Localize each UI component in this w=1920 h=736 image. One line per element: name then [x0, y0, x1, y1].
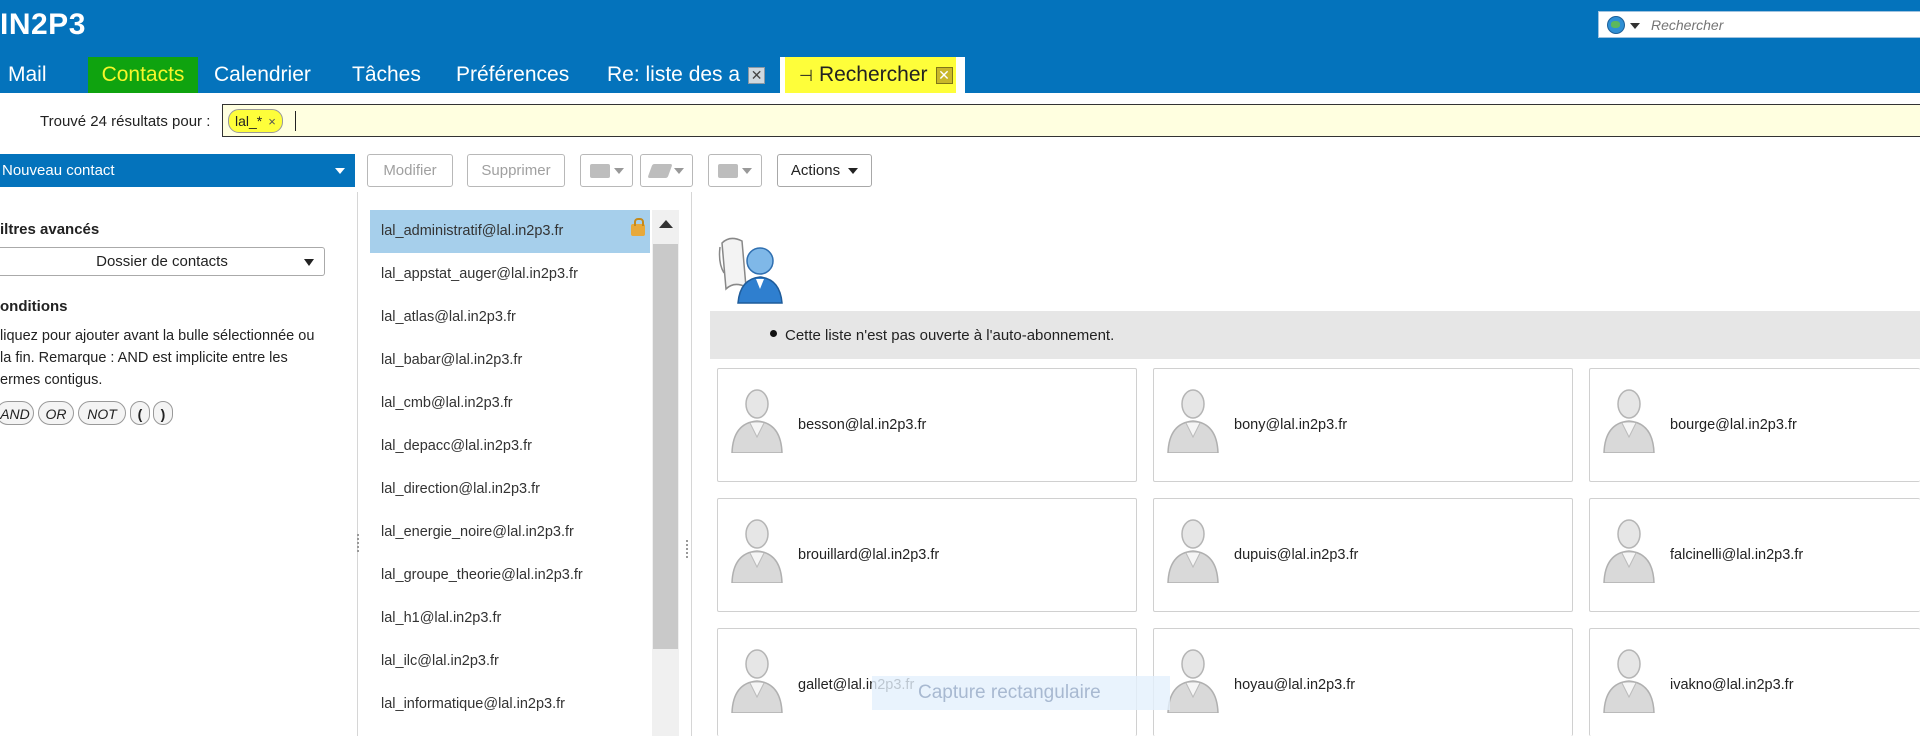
member-email: brouillard@lal.in2p3.fr	[798, 547, 940, 563]
operator-and[interactable]: AND	[0, 401, 34, 425]
mailing-list-panel: lal_administratif@lal.in2p3.fr lal_appst…	[370, 210, 652, 736]
member-card[interactable]: dupuis@lal.in2p3.fr	[1153, 498, 1573, 612]
search-query-field[interactable]: lal_* ×	[222, 104, 1920, 137]
print-button[interactable]	[708, 154, 762, 187]
global-search[interactable]	[1598, 11, 1920, 38]
conditions-help-text: liquez pour ajouter avant la bulle sélec…	[0, 328, 315, 388]
tab-contacts[interactable]: Contacts	[88, 57, 198, 93]
mailing-list-icon	[716, 233, 786, 305]
list-item[interactable]: lal_appstat_auger@lal.in2p3.fr	[370, 253, 650, 296]
app-header: IN2P3 Mail Contacts Calendrier Tâches Pr…	[0, 0, 1920, 93]
splitter-grip-icon[interactable]	[686, 540, 692, 558]
list-item[interactable]: lal_groupe_theorie@lal.in2p3.fr	[370, 554, 650, 597]
scrollbar-thumb[interactable]	[653, 244, 678, 649]
subscription-notice: Cette liste n'est pas ouverte à l'auto-a…	[710, 311, 1920, 359]
chevron-down-icon	[673, 168, 684, 175]
list-item[interactable]: lal_informatique@lal.in2p3.fr	[370, 683, 650, 726]
chevron-down-icon[interactable]	[304, 259, 314, 266]
person-avatar-icon	[1167, 519, 1219, 583]
chevron-down-icon	[848, 168, 859, 175]
tab-re-liste-label: Re: liste des a	[607, 63, 741, 86]
person-avatar-icon	[731, 649, 783, 713]
global-search-input[interactable]	[1649, 14, 1913, 36]
member-card[interactable]: bony@lal.in2p3.fr	[1153, 368, 1573, 482]
panel-splitter[interactable]	[691, 192, 692, 736]
member-email: besson@lal.in2p3.fr	[798, 417, 927, 433]
list-scrollbar[interactable]	[652, 210, 679, 736]
close-icon[interactable]: ✕	[935, 66, 953, 84]
actions-button[interactable]: Actions	[777, 154, 872, 187]
operator-not[interactable]: NOT	[78, 401, 126, 425]
query-bubble[interactable]: lal_* ×	[228, 109, 283, 133]
tab-taches[interactable]: Tâches	[352, 57, 421, 93]
member-card[interactable]: hoyau@lal.in2p3.fr	[1153, 628, 1573, 736]
text-cursor	[295, 111, 296, 131]
printer-icon	[718, 164, 738, 179]
person-avatar-icon	[1167, 389, 1219, 453]
tab-mail[interactable]: Mail	[8, 57, 47, 93]
tab-rechercher-label: Rechercher	[818, 63, 928, 86]
member-email: bourge@lal.in2p3.fr	[1670, 417, 1797, 433]
list-item[interactable]: lal_atlas@lal.in2p3.fr	[370, 296, 650, 339]
contact-folder-select[interactable]: Dossier de contacts	[0, 247, 325, 276]
subscription-notice-text: Cette liste n'est pas ouverte à l'auto-a…	[785, 327, 1115, 344]
member-card[interactable]: besson@lal.in2p3.fr	[717, 368, 1137, 482]
member-card[interactable]: bourge@lal.in2p3.fr	[1589, 368, 1920, 482]
chevron-down-icon[interactable]	[335, 168, 345, 174]
chevron-up-icon[interactable]	[659, 220, 673, 228]
tab-re-liste[interactable]: Re: liste des a ✕	[607, 57, 766, 93]
member-email: ivakno@lal.in2p3.fr	[1670, 677, 1794, 693]
operator-or[interactable]: OR	[38, 401, 74, 425]
modify-button[interactable]: Modifier	[367, 154, 453, 187]
list-item[interactable]: lal_cmb@lal.in2p3.fr	[370, 382, 650, 425]
member-email: hoyau@lal.in2p3.fr	[1234, 677, 1356, 693]
list-item[interactable]: lal_administratif@lal.in2p3.fr	[370, 210, 650, 253]
app-logo[interactable]: IN2P3	[0, 8, 86, 42]
tab-rechercher[interactable]: ⊣ Rechercher ✕	[780, 57, 965, 93]
tab-preferences[interactable]: Préférences	[456, 57, 569, 93]
person-avatar-icon	[1603, 519, 1655, 583]
member-card[interactable]: brouillard@lal.in2p3.fr	[717, 498, 1137, 612]
member-card[interactable]: falcinelli@lal.in2p3.fr	[1589, 498, 1920, 612]
tag-button[interactable]	[640, 154, 693, 187]
operator-close-paren[interactable]: )	[153, 401, 173, 425]
list-item[interactable]: lal_energie_noire@lal.in2p3.fr	[370, 511, 650, 554]
list-item[interactable]: lal_babar@lal.in2p3.fr	[370, 339, 650, 382]
close-icon[interactable]: ✕	[748, 66, 766, 84]
chevron-down-icon[interactable]	[1630, 23, 1640, 29]
member-card[interactable]: ivakno@lal.in2p3.fr	[1589, 628, 1920, 736]
member-email: falcinelli@lal.in2p3.fr	[1670, 547, 1804, 563]
splitter-grip-icon[interactable]	[357, 534, 363, 552]
person-avatar-icon	[731, 519, 783, 583]
person-avatar-icon	[1603, 389, 1655, 453]
panel-splitter[interactable]	[357, 192, 358, 736]
person-avatar-icon	[1603, 649, 1655, 713]
list-item[interactable]: lal_ilc@lal.in2p3.fr	[370, 640, 650, 683]
pin-icon[interactable]: ⊣	[799, 59, 813, 95]
chevron-down-icon	[742, 168, 752, 175]
tag-icon	[646, 164, 673, 179]
person-avatar-icon	[1167, 649, 1219, 713]
operator-open-paren[interactable]: (	[130, 401, 150, 425]
advanced-filters-title: iltres avancés	[0, 221, 100, 238]
capture-overlay: Capture rectangulaire	[872, 676, 1170, 710]
list-item[interactable]: lal_h1@lal.in2p3.fr	[370, 597, 650, 640]
lock-icon	[631, 218, 645, 236]
bullet-icon	[770, 330, 777, 337]
chevron-down-icon	[613, 168, 624, 175]
member-email: bony@lal.in2p3.fr	[1234, 417, 1348, 433]
list-item[interactable]: lal_direction@lal.in2p3.fr	[370, 468, 650, 511]
result-count-label: Trouvé 24 résultats pour :	[40, 113, 211, 130]
search-scope-globe-icon[interactable]	[1607, 16, 1625, 34]
new-contact-button[interactable]: Nouveau contact	[0, 154, 355, 187]
conditions-title: onditions	[0, 298, 68, 315]
remove-bubble-icon[interactable]: ×	[268, 114, 276, 129]
move-icon	[589, 164, 610, 179]
tab-calendrier[interactable]: Calendrier	[214, 57, 311, 93]
list-item[interactable]: lal_depacc@lal.in2p3.fr	[370, 425, 650, 468]
delete-button[interactable]: Supprimer	[467, 154, 565, 187]
member-email: dupuis@lal.in2p3.fr	[1234, 547, 1359, 563]
move-button[interactable]	[580, 154, 633, 187]
person-avatar-icon	[731, 389, 783, 453]
